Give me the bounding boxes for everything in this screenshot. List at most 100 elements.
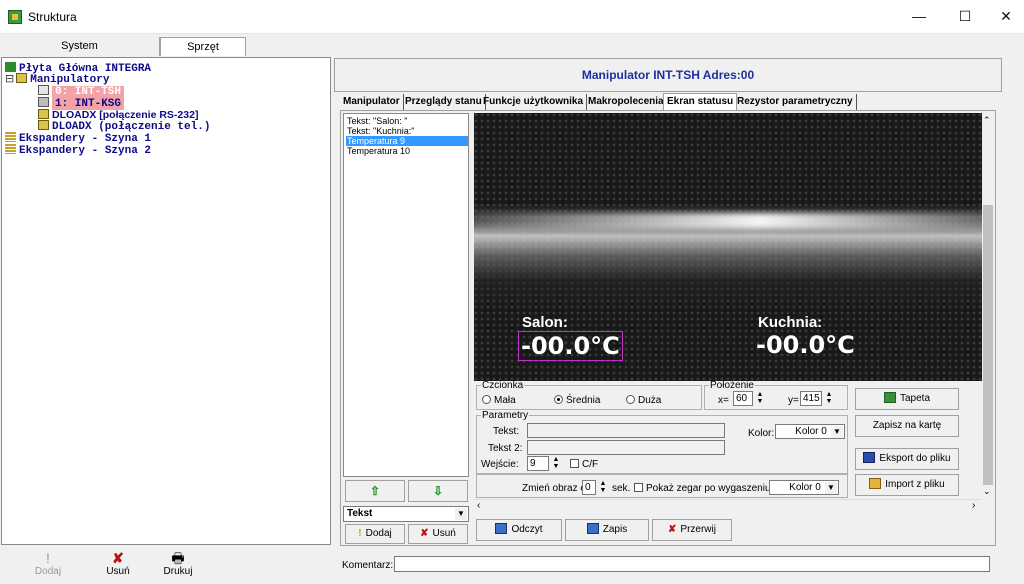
show-clock-checkbox[interactable]: Pokaż zegar po wygaszeniu: [634, 483, 771, 494]
print-button[interactable]: 🖶 Drukuj: [150, 550, 206, 582]
close-button[interactable]: ✕: [988, 0, 1024, 32]
element-type-select[interactable]: Tekst ▼: [343, 506, 469, 522]
chevron-down-icon: ▼: [831, 426, 843, 438]
collapse-icon[interactable]: ⊟: [5, 72, 14, 85]
list-item[interactable]: Tekst: "Kuchnia:": [346, 126, 468, 136]
tree-item-keypads[interactable]: ⊟ Manipulatory: [5, 72, 109, 86]
printer-icon: 🖶: [171, 550, 185, 566]
preview-label-salon[interactable]: Salon:: [522, 314, 568, 331]
tree-item-dloadx-phone[interactable]: DLOADX (połączenie tel.): [38, 120, 210, 133]
clock-color-select[interactable]: Kolor 0 ▼: [769, 480, 839, 495]
font-large-radio[interactable]: Duża: [626, 395, 661, 406]
seconds-spinner[interactable]: ▲ ▼: [598, 480, 608, 495]
color-select[interactable]: Kolor 0 ▼: [775, 424, 845, 439]
scroll-right-icon[interactable]: ›: [972, 500, 975, 511]
bus-icon: [5, 144, 16, 154]
status-screen-preview[interactable]: Salon: -00.0°C Kuchnia: -00.0°C: [474, 113, 992, 381]
parameters-legend: Parametry: [482, 410, 529, 421]
delete-x-icon: ✘: [668, 524, 677, 535]
title-bar: [0, 0, 1024, 34]
list-item[interactable]: Temperatura 9: [346, 136, 468, 146]
tree-item-dloadx-rs232[interactable]: DLOADX [połączenie RS-232]: [38, 109, 198, 121]
tree-item-int-ksg[interactable]: 1: INT-KSG: [38, 97, 125, 110]
read-device-icon: [495, 523, 508, 534]
comment-label: Komentarz:: [342, 560, 394, 571]
chevron-down-icon: ▼: [825, 482, 837, 494]
move-up-button[interactable]: ⇧: [345, 480, 405, 502]
folder-icon: [16, 73, 28, 83]
screen-element-list[interactable]: Tekst: "Salon: " Tekst: "Kuchnia:" Tempe…: [343, 113, 469, 477]
write-button[interactable]: Zapis: [565, 519, 649, 541]
preview-label-kuchnia[interactable]: Kuchnia:: [758, 314, 822, 331]
wallpaper-streak: [474, 213, 992, 229]
module-icon: [38, 120, 49, 130]
tab-system[interactable]: System: [0, 37, 160, 56]
hardware-tree[interactable]: Płyta Główna INTEGRA ⊟ Manipulatory 0: IN…: [1, 57, 331, 545]
save-to-card-button[interactable]: Zapisz na kartę: [855, 415, 959, 437]
folder-open-icon: [869, 478, 882, 489]
input-number-field[interactable]: 9: [527, 456, 549, 471]
y-spinner[interactable]: ▲ ▼: [824, 391, 834, 406]
arrow-up-icon: ⇧: [369, 484, 381, 498]
abort-button[interactable]: ✘ Przerwij: [652, 519, 732, 541]
remove-element-button[interactable]: ✘ Usuń: [408, 524, 468, 544]
import-from-file-button[interactable]: Import z pliku: [855, 474, 959, 496]
read-button[interactable]: Odczyt: [476, 519, 562, 541]
scroll-up-icon[interactable]: ⌃: [983, 115, 991, 126]
list-item[interactable]: Tekst: "Salon: ": [346, 116, 468, 126]
add-button[interactable]: ! Dodaj: [20, 550, 76, 582]
cf-checkbox[interactable]: C/F: [570, 459, 598, 470]
maximize-button[interactable]: ☐: [942, 0, 988, 32]
board-icon: [5, 62, 16, 72]
text-field[interactable]: [527, 423, 725, 438]
y-position-input[interactable]: 415: [800, 391, 822, 406]
text2-label: Tekst 2:: [488, 443, 523, 454]
device-header: Manipulator INT-TSH Adres:00: [334, 58, 1002, 92]
keypad-icon: [38, 97, 49, 107]
arrow-down-icon: ⇩: [432, 484, 444, 498]
tree-item-expanders-bus-1[interactable]: Ekspandery - Szyna 1: [5, 132, 151, 145]
text2-field[interactable]: [527, 440, 725, 455]
tab-status-views[interactable]: Przeglądy stanu: [402, 94, 486, 110]
preview-value-temperature-9[interactable]: -00.0°C: [518, 331, 623, 361]
add-element-button[interactable]: ! Dodaj: [345, 524, 405, 544]
delete-x-icon: ✘: [420, 528, 429, 539]
tab-parametric-resistor[interactable]: Rezystor parametryczny: [734, 94, 857, 110]
tree-item-main-board[interactable]: Płyta Główna INTEGRA: [5, 62, 151, 75]
tab-user-functions[interactable]: Funkcje użytkownika: [480, 94, 588, 110]
minimize-button[interactable]: —: [896, 0, 942, 32]
move-down-button[interactable]: ⇩: [408, 480, 468, 502]
font-small-radio[interactable]: Mała: [482, 395, 516, 406]
vertical-scroll-thumb[interactable]: [983, 205, 993, 485]
text-label: Tekst:: [493, 426, 520, 437]
window-title: Struktura: [28, 10, 77, 24]
tab-hardware[interactable]: Sprzęt: [160, 37, 246, 56]
change-image-seconds-input[interactable]: 0: [582, 480, 596, 495]
tab-manipulator[interactable]: Manipulator: [340, 94, 404, 110]
preview-value-temperature-10[interactable]: -00.0°C: [756, 331, 855, 359]
image-icon: [883, 392, 896, 403]
remove-button[interactable]: ✘ Usuń: [90, 550, 146, 582]
module-icon: [38, 109, 49, 119]
delete-x-icon: ✘: [112, 550, 124, 566]
font-medium-radio[interactable]: Średnia: [554, 395, 600, 406]
tree-item-expanders-bus-2[interactable]: Ekspandery - Szyna 2: [5, 144, 151, 157]
input-spinner[interactable]: ▲ ▼: [551, 456, 561, 471]
scroll-left-icon[interactable]: ‹: [477, 500, 480, 511]
bus-icon: [5, 132, 16, 142]
x-position-input[interactable]: 60: [733, 391, 753, 406]
wallpaper-button[interactable]: Tapeta: [855, 388, 959, 410]
app-icon: [8, 10, 22, 24]
preview-horizontal-scrollbar[interactable]: [474, 499, 982, 513]
tab-macros[interactable]: Makropolecenia: [585, 94, 668, 110]
tree-item-int-tsh[interactable]: 0: INT-TSH: [38, 85, 125, 98]
font-legend: Czcionka: [482, 380, 524, 391]
tab-status-screen[interactable]: Ekran statusu: [663, 93, 738, 110]
input-label: Wejście:: [481, 459, 519, 470]
scroll-down-icon[interactable]: ⌄: [983, 486, 991, 497]
list-item[interactable]: Temperatura 10: [346, 146, 468, 156]
x-spinner[interactable]: ▲ ▼: [755, 391, 765, 406]
export-to-file-button[interactable]: Eksport do pliku: [855, 448, 959, 470]
comment-input[interactable]: [394, 556, 990, 572]
seconds-unit: sek.: [612, 483, 631, 494]
